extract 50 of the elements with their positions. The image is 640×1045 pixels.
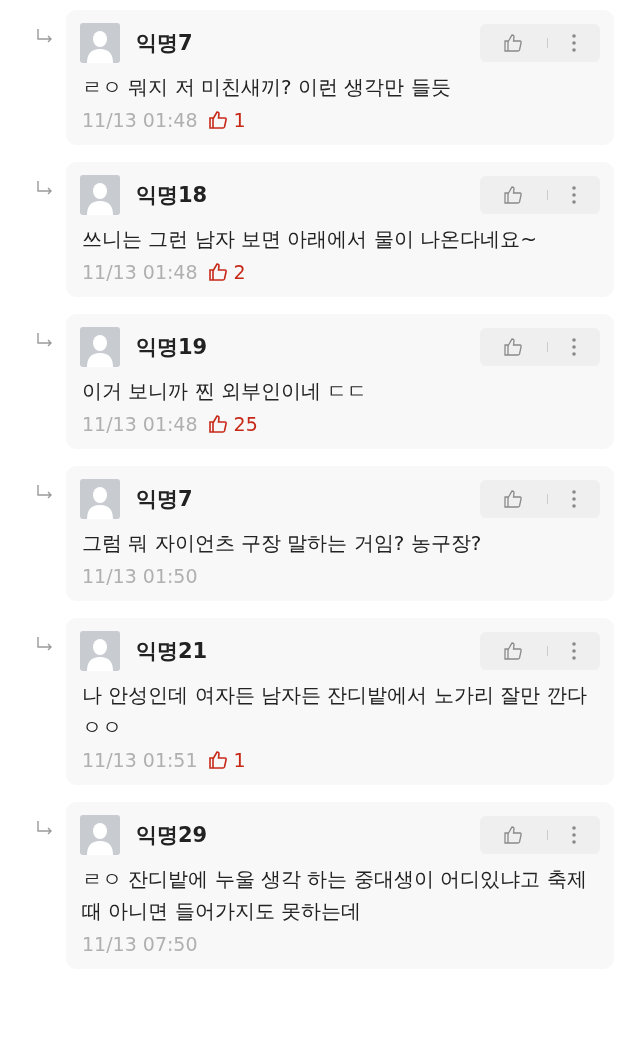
comment-text: 이거 보니까 찐 외부인이네 ㄷㄷ <box>82 378 369 405</box>
author-name: 익명7 <box>136 30 194 57</box>
like-count: 25 <box>233 413 258 435</box>
thumbs-up-icon[interactable] <box>503 825 524 845</box>
comment-time: 11/13 01:48 <box>82 109 198 131</box>
thumbs-up-icon <box>207 750 228 770</box>
comment-time: 11/13 07:50 <box>82 933 198 955</box>
thumbs-up-icon <box>207 262 228 282</box>
comment-text: 나 안성인데 여자든 남자든 잔디밭에서 노가리 잘만 깐다 ㅇㅇ <box>82 682 588 741</box>
like-count: 2 <box>233 261 246 283</box>
author-name: 익명21 <box>136 638 209 665</box>
comment-time: 11/13 01:51 <box>82 749 198 771</box>
avatar-icon <box>80 631 120 671</box>
comment-text: 쓰니는 그런 남자 보면 아래에서 물이 나온다네요~ <box>82 226 538 253</box>
comment-time: 11/13 01:48 <box>82 413 198 435</box>
comment-time: 11/13 01:50 <box>82 565 198 587</box>
thumbs-up-icon[interactable] <box>503 489 524 509</box>
avatar-icon <box>80 815 120 855</box>
more-options-icon[interactable] <box>570 489 577 509</box>
avatar-icon <box>80 23 120 63</box>
author-name: 익명29 <box>136 822 209 849</box>
author-name: 익명19 <box>136 334 209 361</box>
thumbs-up-icon[interactable] <box>503 641 524 661</box>
avatar-icon <box>80 327 120 367</box>
thumbs-up-icon[interactable] <box>503 185 524 205</box>
reply-arrow-icon <box>36 636 54 652</box>
comment-text: ㄹㅇ 뭐지 저 미친새끼? 이런 생각만 들듯 <box>82 74 452 101</box>
more-options-icon[interactable] <box>570 33 577 53</box>
like-count: 1 <box>233 109 246 131</box>
thumbs-up-icon[interactable] <box>503 337 524 357</box>
reply-arrow-icon <box>36 820 54 836</box>
comment-text: 그럼 뭐 자이언츠 구장 말하는 거임? 농구장? <box>82 530 483 557</box>
thumbs-up-icon <box>207 110 228 130</box>
reply-arrow-icon <box>36 28 54 44</box>
author-name: 익명7 <box>136 486 194 513</box>
more-options-icon[interactable] <box>570 825 577 845</box>
comment-text: ㄹㅇ 잔디밭에 누울 생각 하는 중대생이 어디있냐고 축제 때 아니면 들어가지도 못하는데 <box>82 866 588 925</box>
reply-arrow-icon <box>36 180 54 196</box>
more-options-icon[interactable] <box>570 185 577 205</box>
thumbs-up-icon <box>207 414 228 434</box>
more-options-icon[interactable] <box>570 337 577 357</box>
thumbs-up-icon[interactable] <box>503 33 524 53</box>
reply-arrow-icon <box>36 332 54 348</box>
comment-time: 11/13 01:48 <box>82 261 198 283</box>
reply-arrow-icon <box>36 484 54 500</box>
avatar-icon <box>80 479 120 519</box>
author-name: 익명18 <box>136 182 209 209</box>
more-options-icon[interactable] <box>570 641 577 661</box>
like-count: 1 <box>233 749 246 771</box>
avatar-icon <box>80 175 120 215</box>
